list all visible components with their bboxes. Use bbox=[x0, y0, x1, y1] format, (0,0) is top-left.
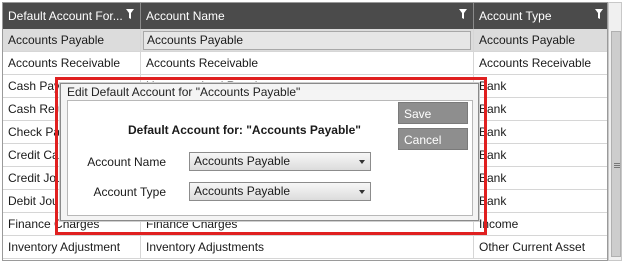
cell-account-type: Income bbox=[479, 217, 519, 231]
filter-icon[interactable] bbox=[126, 9, 134, 19]
column-header-label: Account Name bbox=[146, 9, 225, 23]
table-row[interactable]: Accounts Receivable Accounts Receivable … bbox=[3, 52, 607, 75]
column-header-account-name[interactable]: Account Name bbox=[141, 3, 474, 29]
cell-account-type: Bank bbox=[479, 148, 507, 162]
grid-header: Default Account For... Account Name Acco… bbox=[3, 3, 607, 29]
cell-account-type: Other Current Asset bbox=[479, 240, 586, 254]
cell-account-type: Bank bbox=[479, 194, 507, 208]
cell-account-type: Accounts Receivable bbox=[479, 56, 592, 70]
column-header-default-account-for[interactable]: Default Account For... bbox=[3, 3, 141, 29]
account-type-selected: Accounts Payable bbox=[194, 184, 291, 198]
column-header-account-type[interactable]: Account Type bbox=[474, 3, 607, 29]
dialog-heading: Default Account for: "Accounts Payable" bbox=[128, 123, 361, 137]
cell-editor[interactable]: Accounts Payable bbox=[143, 31, 471, 50]
cell-account-type: Bank bbox=[479, 102, 507, 116]
filter-icon[interactable] bbox=[459, 9, 467, 19]
account-name-dropdown[interactable]: Accounts Payable bbox=[189, 152, 371, 171]
grip-line bbox=[614, 163, 620, 164]
cell-account-type: Bank bbox=[479, 79, 507, 93]
save-button[interactable]: Save bbox=[398, 102, 468, 124]
cell-account-name: Inventory Adjustments bbox=[141, 236, 474, 258]
account-name-selected: Accounts Payable bbox=[194, 154, 291, 168]
account-type-label: Account Type bbox=[93, 185, 167, 199]
column-header-label: Default Account For... bbox=[8, 9, 123, 23]
account-type-dropdown[interactable]: Accounts Payable bbox=[189, 182, 371, 201]
cell-default-account-for: Accounts Receivable bbox=[3, 52, 141, 74]
vertical-scrollbar[interactable] bbox=[608, 2, 622, 261]
column-header-label: Account Type bbox=[479, 9, 552, 23]
scrollbar-thumb[interactable] bbox=[611, 31, 621, 257]
cell-default-account-for: Accounts Payable bbox=[3, 29, 141, 51]
cell-account-name[interactable]: Accounts Payable bbox=[141, 29, 474, 51]
cell-account-name: Accounts Receivable bbox=[141, 52, 474, 74]
grip-line bbox=[614, 167, 620, 168]
table-row[interactable]: Accounts Payable Accounts Payable Accoun… bbox=[3, 29, 607, 52]
filter-icon[interactable] bbox=[595, 9, 603, 19]
table-row[interactable]: Inventory Adjustment Inventory Adjustmen… bbox=[3, 236, 607, 259]
dialog-content-panel: Default Account for: "Accounts Payable" … bbox=[67, 100, 473, 216]
grip-line bbox=[614, 165, 620, 166]
cell-account-type: Bank bbox=[479, 171, 507, 185]
cell-default-account-for: Inventory Adjustment bbox=[3, 236, 141, 258]
cancel-button[interactable]: Cancel bbox=[398, 128, 468, 150]
cell-account-type: Bank bbox=[479, 125, 507, 139]
cell-account-type: Accounts Payable bbox=[479, 33, 576, 47]
chevron-down-icon bbox=[359, 160, 365, 164]
edit-default-account-dialog: Edit Default Account for "Accounts Payab… bbox=[60, 83, 479, 221]
dialog-title: Edit Default Account for "Accounts Payab… bbox=[67, 85, 301, 99]
account-name-label: Account Name bbox=[87, 155, 166, 169]
chevron-down-icon bbox=[359, 190, 365, 194]
